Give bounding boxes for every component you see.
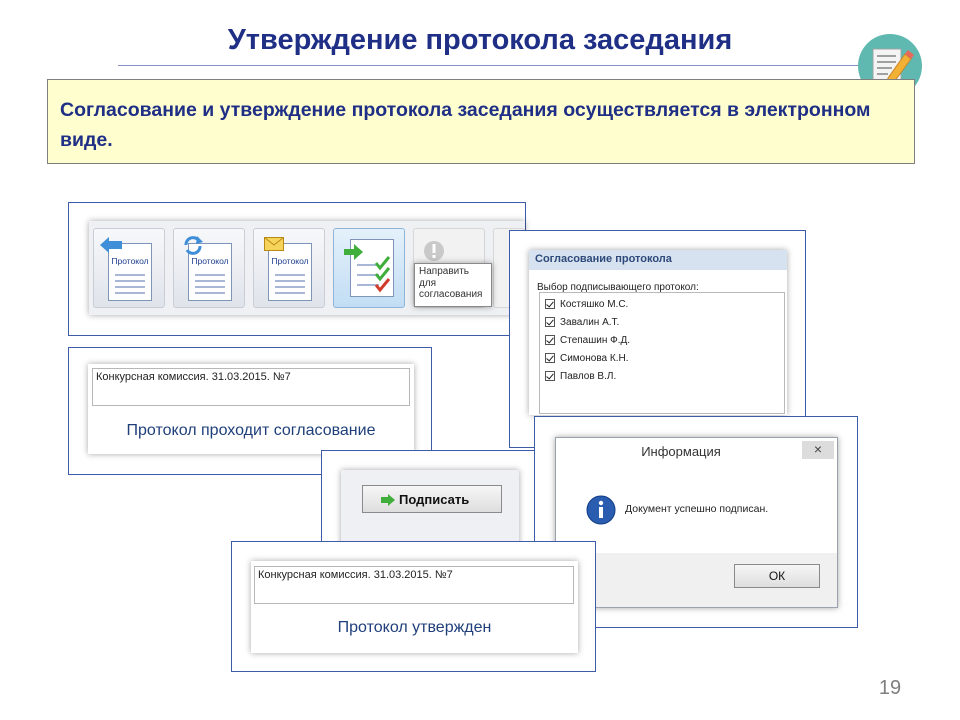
- approval-status-text: Протокол проходит согласование: [126, 422, 376, 439]
- protocol-send-mail-button[interactable]: Протокол: [253, 228, 325, 308]
- signer-checkbox[interactable]: [545, 353, 555, 363]
- intro-callout: Согласование и утверждение протокола зас…: [47, 79, 915, 164]
- approved-status-text: Протокол утвержден: [337, 619, 492, 636]
- document-mail-icon: Протокол: [268, 243, 312, 301]
- send-for-approval-button[interactable]: [333, 228, 405, 308]
- signer-name: Костяшко М.С.: [560, 298, 629, 310]
- signer-item[interactable]: Степашин Ф.Д.: [545, 331, 779, 349]
- page-number: 19: [878, 677, 902, 699]
- signer-checkbox[interactable]: [545, 299, 555, 309]
- protocol-back-button[interactable]: Протокол: [93, 228, 165, 308]
- slide-title: Утверждение протокола заседания: [227, 24, 733, 56]
- title-divider: [118, 65, 863, 66]
- refresh-icon: [184, 236, 203, 255]
- envelope-icon: [264, 237, 284, 251]
- send-for-approval-tooltip: Направить для согласования: [414, 263, 492, 307]
- signer-item[interactable]: Костяшко М.С.: [545, 295, 779, 313]
- status-card-2-frame: Конкурсная комиссия. 31.03.2015. №7 Прот…: [231, 541, 596, 672]
- protocol-refresh-button[interactable]: Протокол: [173, 228, 245, 308]
- signer-name: Степашин Ф.Д.: [560, 334, 631, 346]
- signer-item[interactable]: Симонова К.Н.: [545, 349, 779, 367]
- signer-item[interactable]: Завалин А.Т.: [545, 313, 779, 331]
- info-dialog-message: Документ успешно подписан.: [625, 503, 769, 515]
- protocol-name-field[interactable]: Конкурсная комиссия. 31.03.2015. №7: [254, 566, 574, 604]
- approval-panel-header: Согласование протокола: [529, 250, 787, 270]
- status-card-1: Конкурсная комиссия. 31.03.2015. №7 Прот…: [88, 364, 414, 454]
- sign-button-label: Подписать: [399, 492, 470, 507]
- sign-button[interactable]: Подписать: [362, 485, 502, 513]
- info-dialog-title: Информация: [641, 444, 721, 459]
- arrow-left-icon: [100, 237, 122, 253]
- arrow-right-icon: [381, 494, 395, 506]
- sign-panel: Подписать: [341, 470, 519, 550]
- signer-checkbox[interactable]: [545, 371, 555, 381]
- close-icon[interactable]: ×: [802, 441, 834, 459]
- protocol-name-field[interactable]: Конкурсная комиссия. 31.03.2015. №7: [92, 368, 410, 406]
- signer-item[interactable]: Павлов В.Л.: [545, 367, 779, 385]
- approval-panel: Согласование протокола Выбор подписывающ…: [529, 250, 787, 415]
- protocol-button-label: Протокол: [191, 256, 229, 266]
- status-card-2: Конкурсная комиссия. 31.03.2015. №7 Прот…: [251, 561, 578, 653]
- signer-name: Завалин А.Т.: [560, 316, 620, 328]
- signer-name: Симонова К.Н.: [560, 352, 629, 364]
- signer-checkbox[interactable]: [545, 317, 555, 327]
- signer-name: Павлов В.Л.: [560, 370, 617, 382]
- info-dialog: Информация × Документ успешно подписан. …: [555, 437, 838, 608]
- signer-checkbox[interactable]: [545, 335, 555, 345]
- ok-button[interactable]: ОК: [734, 564, 820, 588]
- protocol-button-label: Протокол: [271, 256, 309, 266]
- info-icon: [586, 495, 616, 525]
- info-disabled-icon: [424, 241, 444, 261]
- signer-list: Костяшко М.С. Завалин А.Т. Степашин Ф.Д.…: [539, 292, 785, 414]
- checklist-icon: [344, 244, 391, 293]
- protocol-button-label: Протокол: [111, 256, 149, 266]
